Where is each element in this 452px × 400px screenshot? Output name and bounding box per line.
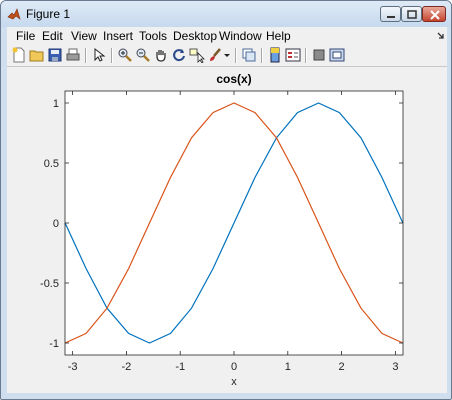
toolbar-separator xyxy=(85,48,87,63)
new-figure-icon[interactable] xyxy=(11,47,27,63)
menu-insert[interactable]: Insert xyxy=(103,29,133,43)
toolbar-separator xyxy=(305,48,307,63)
y-tick-label: -0.5 xyxy=(40,278,59,290)
dock-arrow-icon[interactable] xyxy=(436,30,446,42)
y-tick-label: -1 xyxy=(49,338,59,350)
close-button[interactable] xyxy=(422,6,446,22)
x-axis-label: x xyxy=(231,376,237,388)
save-icon[interactable] xyxy=(47,47,63,63)
open-file-icon[interactable] xyxy=(29,47,45,63)
brush-dropdown-icon[interactable] xyxy=(223,47,231,63)
x-tick-label: 1 xyxy=(285,361,291,373)
data-cursor-icon[interactable] xyxy=(189,47,205,63)
minimize-icon xyxy=(387,16,395,18)
menu-edit[interactable]: Edit xyxy=(42,29,63,43)
rotate-3d-icon[interactable] xyxy=(171,47,187,63)
pan-hand-icon[interactable] xyxy=(153,47,169,63)
insert-colorbar-icon[interactable] xyxy=(267,47,283,63)
menu-window[interactable]: Window xyxy=(219,29,262,43)
y-tick-label: 1 xyxy=(53,98,59,110)
y-tick-label: 0.5 xyxy=(44,158,59,170)
figure-window: Figure 1 File Edit View Insert Tools Des… xyxy=(0,0,452,400)
figure-toolbar xyxy=(7,45,447,67)
maximize-button[interactable] xyxy=(401,6,422,22)
menu-tools[interactable]: Tools xyxy=(139,29,167,43)
plot-canvas[interactable]: -3 -2 -1 0 1 2 3 -1 -0.5 0 0.5 1 cos(x) x xyxy=(7,67,447,393)
zoom-out-icon[interactable] xyxy=(135,47,151,63)
x-tick-label: 2 xyxy=(339,361,345,373)
print-icon[interactable] xyxy=(65,47,81,63)
figure-canvas: -3 -2 -1 0 1 2 3 -1 -0.5 0 0.5 1 cos(x) x xyxy=(7,67,447,393)
select-arrow-icon[interactable] xyxy=(91,47,107,63)
x-tick-label: 3 xyxy=(392,361,398,373)
toolbar-separator xyxy=(111,48,113,63)
hide-plot-tools-icon[interactable] xyxy=(311,47,327,63)
title-bar[interactable]: Figure 1 xyxy=(1,1,451,27)
menu-bar: File Edit View Insert Tools Desktop Wind… xyxy=(7,27,447,45)
close-icon xyxy=(430,10,440,20)
menu-file[interactable]: File xyxy=(16,29,35,43)
minimize-button[interactable] xyxy=(380,6,401,22)
toolbar-separator xyxy=(261,48,263,63)
x-tick-label: -1 xyxy=(175,361,185,373)
zoom-in-icon[interactable] xyxy=(117,47,133,63)
toolbar-separator xyxy=(235,48,237,63)
x-tick-label: 0 xyxy=(231,361,237,373)
y-tick-label: 0 xyxy=(53,218,59,230)
chart-title: cos(x) xyxy=(216,72,251,86)
menu-view[interactable]: View xyxy=(71,29,97,43)
show-plot-tools-icon[interactable] xyxy=(329,47,345,63)
menu-help[interactable]: Help xyxy=(266,29,291,43)
x-tick-label: -3 xyxy=(68,361,78,373)
maximize-icon xyxy=(407,10,417,19)
x-tick-label: -2 xyxy=(122,361,132,373)
link-plot-icon[interactable] xyxy=(241,47,257,63)
insert-legend-icon[interactable] xyxy=(285,47,301,63)
menu-desktop[interactable]: Desktop xyxy=(173,29,217,43)
matlab-logo-icon xyxy=(7,8,21,20)
window-title: Figure 1 xyxy=(26,7,71,21)
brush-icon[interactable] xyxy=(207,47,223,63)
